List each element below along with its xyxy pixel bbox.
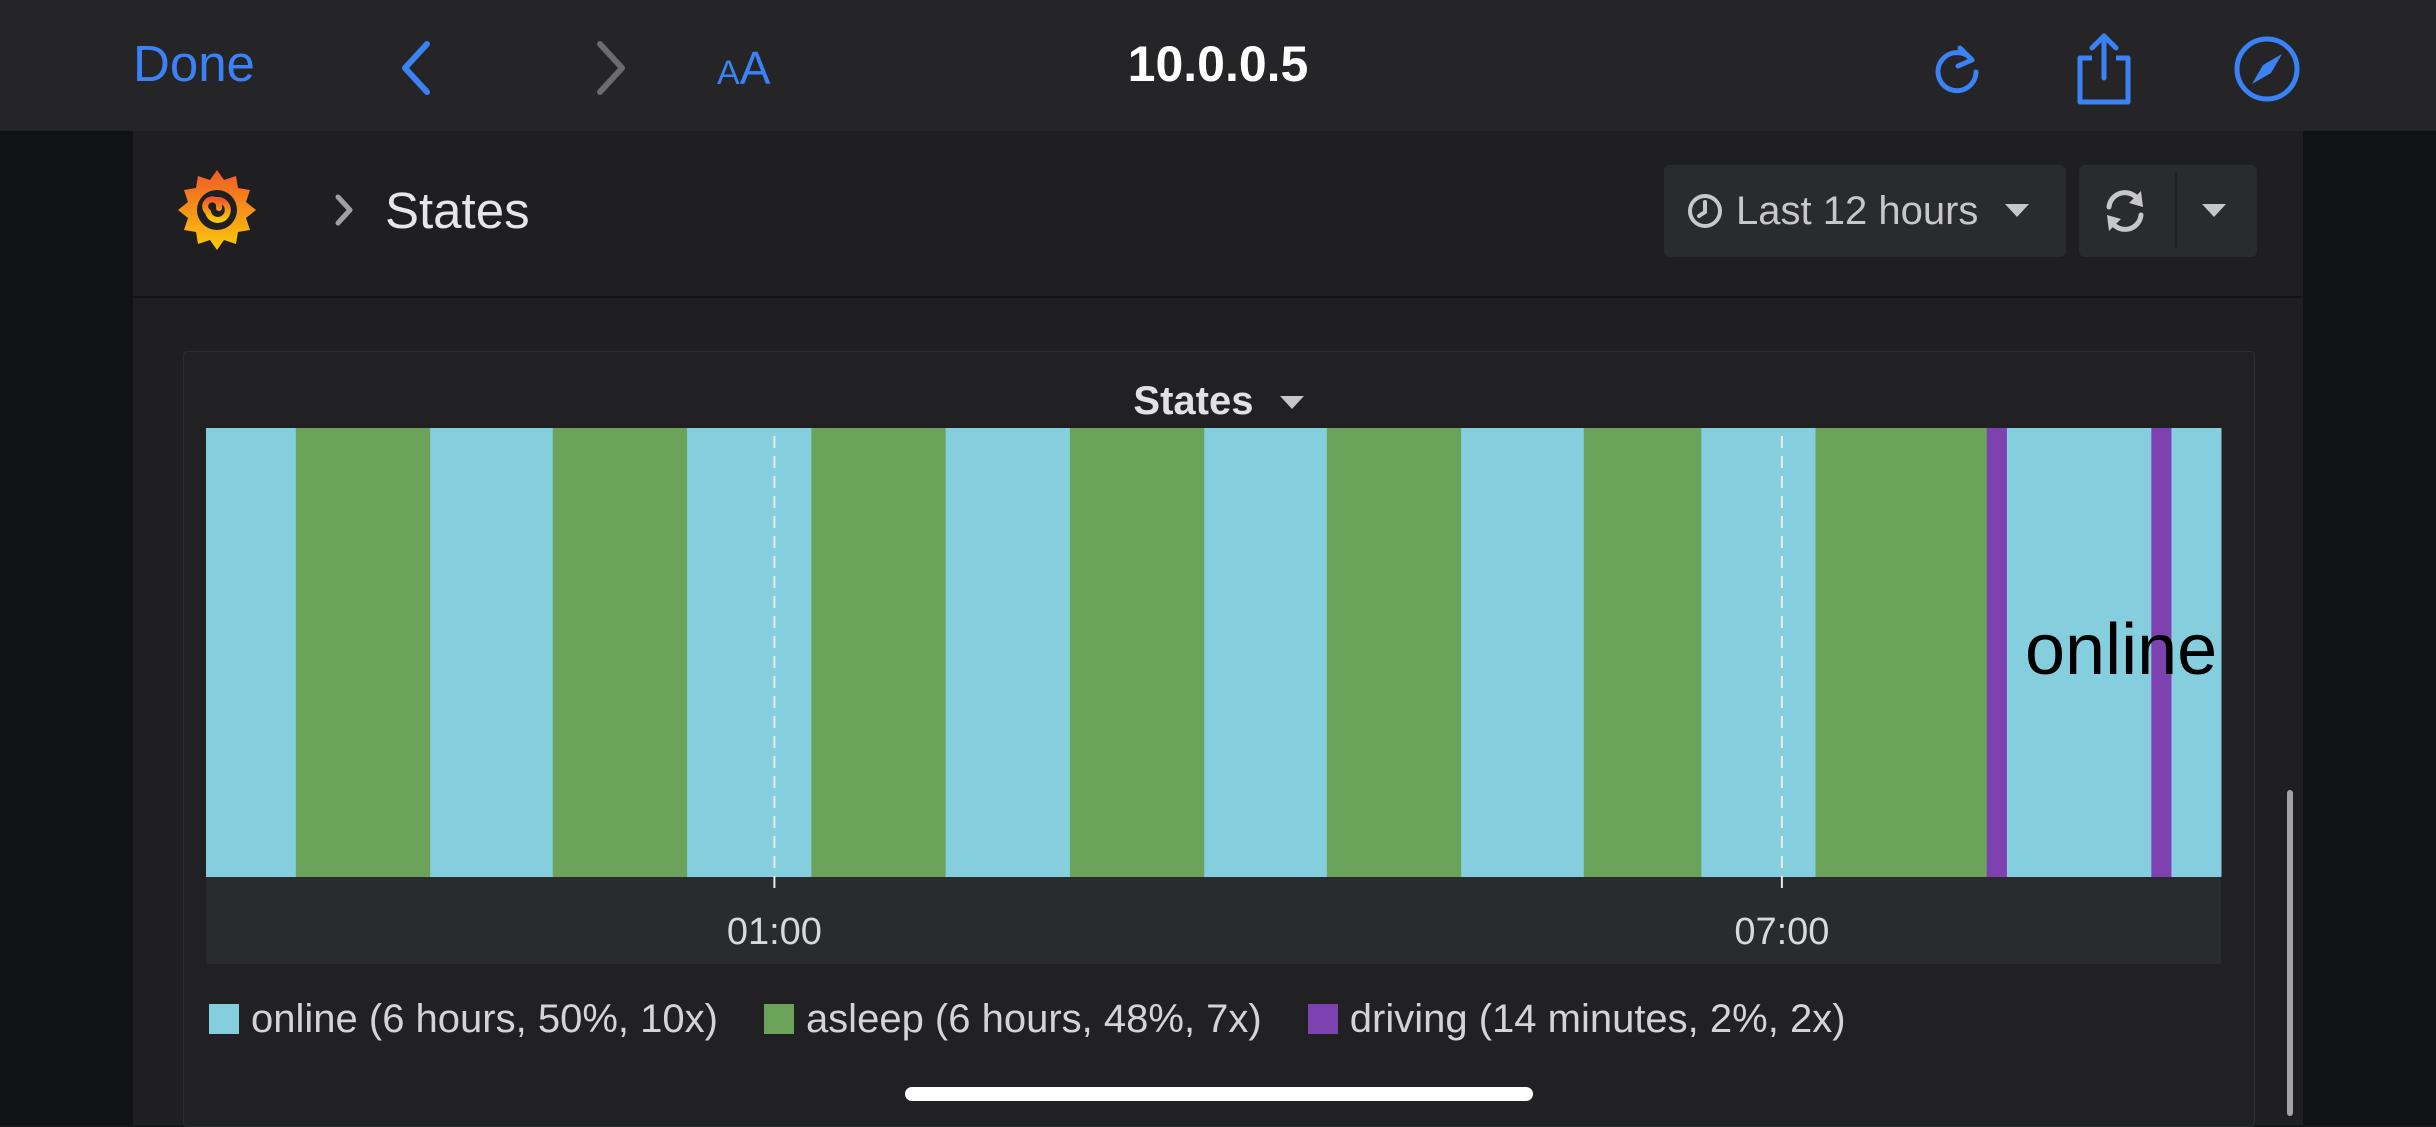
state-segment-asleep[interactable]	[1326, 428, 1462, 877]
grafana-page: States Last 12 hours States 01:00 07:00 …	[133, 131, 2303, 1127]
page-scrollbar[interactable]	[2287, 790, 2293, 1116]
page-url-title: 10.0.0.5	[1127, 36, 1309, 92]
state-segment-asleep[interactable]	[1583, 428, 1702, 877]
legend-swatch	[209, 1004, 239, 1034]
right-gutter	[2303, 131, 2436, 1125]
caret-down-icon	[2005, 204, 2030, 217]
state-timeline-chart[interactable]: 01:00 07:00 online	[184, 352, 2254, 992]
x-tick-label: 01:00	[727, 911, 822, 953]
dashboard-title[interactable]: States	[385, 181, 530, 241]
state-segment-online[interactable]	[1204, 428, 1328, 877]
dashboard-navbar: States Last 12 hours	[133, 131, 2303, 298]
browser-toolbar: Done AA 10.0.0.5	[0, 0, 2436, 131]
state-segment-asleep[interactable]	[811, 428, 947, 877]
legend-swatch	[1307, 1004, 1338, 1034]
state-segment-online[interactable]	[687, 428, 812, 877]
state-segment-asleep[interactable]	[295, 428, 431, 877]
reload-icon	[1935, 45, 1979, 94]
refresh-icon[interactable]	[2101, 187, 2149, 235]
home-indicator[interactable]	[905, 1087, 1533, 1101]
grafana-logo[interactable]	[172, 164, 262, 254]
legend-label: driving (14 minutes, 2%, 2x)	[1349, 997, 1846, 1041]
legend-item-driving[interactable]: driving (14 minutes, 2%, 2x)	[1307, 994, 1846, 1044]
state-segment-driving[interactable]	[1986, 428, 2008, 877]
state-segment-asleep[interactable]	[552, 428, 688, 877]
state-segment-asleep[interactable]	[1815, 428, 1988, 877]
legend-label: online (6 hours, 50%, 10x)	[251, 997, 718, 1041]
clock-icon	[1688, 194, 1722, 228]
legend-label: asleep (6 hours, 48%, 7x)	[805, 997, 1262, 1041]
segment-hover-label: online	[2025, 610, 2217, 690]
share-button[interactable]	[2072, 30, 2136, 106]
time-range-label: Last 12 hours	[1736, 189, 1979, 233]
x-tick-label: 07:00	[1734, 911, 1829, 953]
state-segment-online[interactable]	[430, 428, 554, 877]
legend-swatch	[763, 1004, 794, 1034]
state-segment-online[interactable]	[1461, 428, 1585, 877]
chart-legend: online (6 hours, 50%, 10x) asleep (6 hour…	[209, 994, 1892, 1044]
breadcrumb-chevron-icon	[335, 194, 353, 226]
navbar-divider	[133, 296, 2303, 298]
refresh-interval-caret-icon[interactable]	[2201, 203, 2227, 219]
legend-item-asleep[interactable]: asleep (6 hours, 48%, 7x)	[763, 994, 1262, 1044]
time-range-picker[interactable]: Last 12 hours	[1664, 165, 2066, 257]
refresh-control	[2079, 165, 2257, 257]
x-axis-background	[206, 877, 2221, 964]
button-divider	[2175, 173, 2177, 249]
share-icon	[2077, 33, 2131, 105]
open-in-safari-button[interactable]	[2232, 34, 2302, 104]
state-segment-online[interactable]	[945, 428, 1071, 877]
state-segment-asleep[interactable]	[1069, 428, 1205, 877]
state-segment-online[interactable]	[206, 428, 297, 877]
compass-icon	[2234, 36, 2300, 102]
legend-item-online[interactable]: online (6 hours, 50%, 10x)	[209, 994, 718, 1044]
state-segment-online[interactable]	[1701, 428, 1816, 877]
left-gutter	[0, 131, 133, 1125]
states-panel: States 01:00 07:00 online online (6 hours,…	[183, 351, 2255, 1127]
reload-button[interactable]	[1928, 38, 1988, 98]
